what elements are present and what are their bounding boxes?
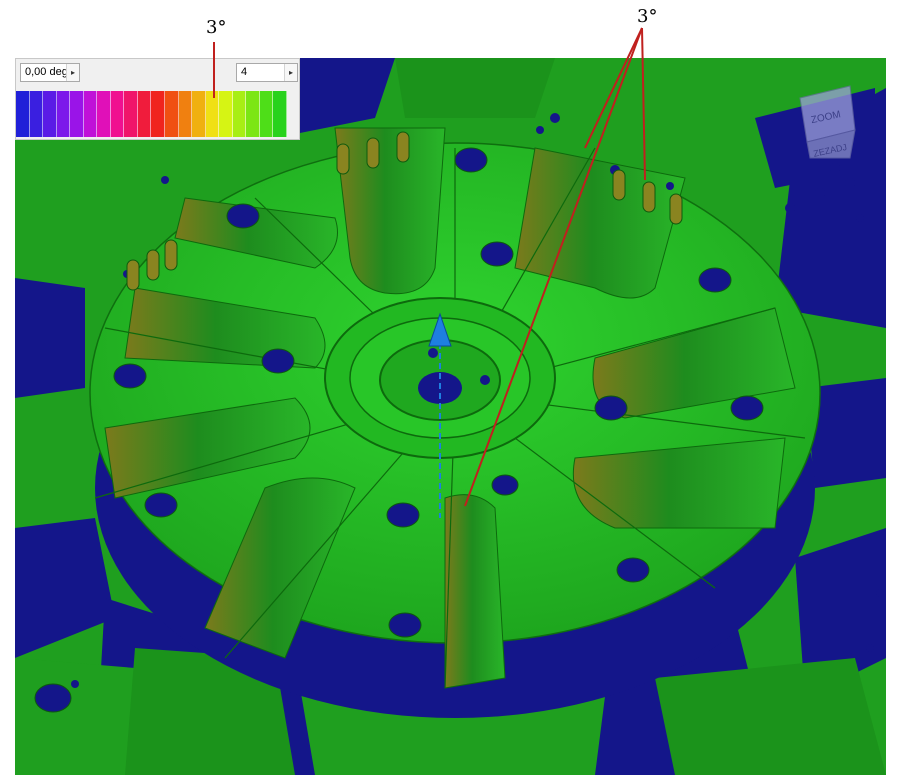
steps-value: 4: [241, 66, 248, 78]
palette-swatch[interactable]: [97, 91, 111, 137]
angle-spin-arrow-icon[interactable]: ▸: [66, 64, 79, 81]
palette-swatch[interactable]: [29, 91, 44, 137]
palette-swatch[interactable]: [246, 91, 260, 137]
palette-swatch[interactable]: [259, 91, 274, 137]
palette-swatch[interactable]: [205, 91, 220, 137]
steps-spinbox[interactable]: 4 ▸: [236, 63, 298, 82]
palette-swatch[interactable]: [43, 91, 57, 137]
callout-label-left: 3°: [206, 17, 227, 38]
palette-swatch[interactable]: [70, 91, 84, 137]
mold-model-render: ZOOM ZEZADJ: [15, 58, 886, 775]
palette-swatch[interactable]: [110, 91, 125, 137]
palette-swatch[interactable]: [273, 91, 287, 137]
palette-swatch[interactable]: [192, 91, 206, 137]
palette-swatch[interactable]: [219, 91, 233, 137]
palette-swatch[interactable]: [165, 91, 179, 137]
palette-swatch[interactable]: [56, 91, 71, 137]
palette-swatch[interactable]: [124, 91, 138, 137]
color-scale-palette[interactable]: [16, 91, 287, 137]
angle-spinbox[interactable]: 0,00 deg ▸: [20, 63, 80, 82]
palette-swatch[interactable]: [178, 91, 193, 137]
angle-value: 0,00 deg: [25, 66, 68, 78]
palette-swatch[interactable]: [137, 91, 152, 137]
3d-viewport[interactable]: ZOOM ZEZADJ: [15, 58, 886, 775]
palette-swatch[interactable]: [83, 91, 98, 137]
palette-swatch[interactable]: [16, 91, 30, 137]
palette-swatch[interactable]: [151, 91, 166, 137]
palette-swatch[interactable]: [232, 91, 247, 137]
steps-spin-arrow-icon[interactable]: ▸: [284, 64, 297, 81]
draft-analysis-panel: 0,00 deg ▸ 4 ▸: [15, 58, 300, 140]
callout-label-right: 3°: [637, 6, 658, 27]
view-cube: ZOOM ZEZADJ: [799, 85, 856, 159]
